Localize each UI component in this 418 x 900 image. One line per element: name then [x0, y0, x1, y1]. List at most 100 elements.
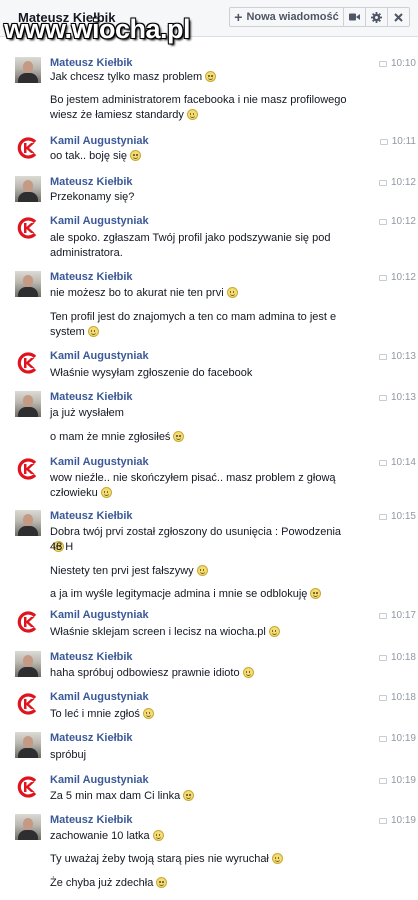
kamil-avatar[interactable] — [15, 774, 41, 800]
chat-bubble-icon — [378, 735, 387, 742]
sender-name[interactable]: Mateusz Kiełbik — [50, 391, 133, 403]
message-text: Że chyba już zdechła — [50, 876, 350, 891]
video-call-button[interactable] — [343, 7, 366, 27]
smiley-emoticon-icon — [268, 626, 280, 637]
message-line: haha spróbuj odbowiesz prawnie idioto — [50, 667, 240, 679]
mateusz-avatar[interactable] — [15, 57, 41, 83]
mateusz-avatar[interactable] — [15, 814, 41, 840]
chat-bubble-icon — [378, 179, 387, 186]
avatar-head — [23, 736, 33, 748]
watermark-logo: www.wiocha.pl — [4, 14, 191, 44]
smiley-emoticon-icon — [100, 487, 112, 498]
avatar-body — [18, 287, 38, 297]
sender-name[interactable]: Mateusz Kiełbik — [50, 651, 133, 663]
message-line: Niestety ten prvi jest fałszywy — [50, 565, 194, 577]
message-line: zachowanie 10 latka — [50, 830, 150, 842]
sender-name[interactable]: Mateusz Kiełbik — [50, 510, 133, 522]
kymco-logo-icon — [17, 217, 37, 239]
mateusz-avatar[interactable] — [15, 391, 41, 417]
close-button[interactable] — [387, 7, 410, 27]
message-timestamp: 10:13 — [378, 392, 416, 403]
message-text: haha spróbuj odbowiesz prawnie idioto — [50, 666, 350, 681]
sender-name[interactable]: Kamil Augustyniak — [50, 135, 149, 147]
sender-name[interactable]: Mateusz Kiełbik — [50, 271, 133, 283]
settings-button[interactable] — [365, 7, 388, 27]
smiley-emoticon-icon — [242, 667, 254, 678]
sender-name[interactable]: Kamil Augustyniak — [50, 774, 149, 786]
sender-name[interactable]: Kamil Augustyniak — [50, 691, 149, 703]
sender-name[interactable]: Mateusz Kiełbik — [50, 176, 133, 188]
message-line: wow nieźle.. nie skończyłem pisać.. masz… — [50, 472, 336, 484]
mateusz-avatar[interactable] — [15, 176, 41, 202]
message-group: Mateusz Kiełbik 10:19 zachowanie 10 latka T… — [0, 814, 418, 889]
avatar-head — [23, 655, 33, 667]
message-text: Właśnie wysyłam zgłoszenie do facebook — [50, 366, 350, 381]
sender-name[interactable]: Mateusz Kiełbik — [50, 57, 133, 69]
message-line: Ten profil jest do znajomych a ten co ma… — [50, 311, 337, 323]
message-text: zachowanie 10 latka — [50, 829, 350, 844]
sender-name[interactable]: Kamil Augustyniak — [50, 215, 149, 227]
chat-bubble-icon — [379, 138, 388, 145]
message-text: Przekonamy się? — [50, 190, 350, 205]
avatar-body — [18, 192, 38, 202]
kamil-avatar[interactable] — [15, 691, 41, 717]
new-message-button[interactable]: + Nowa wiadomość — [229, 7, 344, 27]
kamil-avatar[interactable] — [15, 215, 41, 241]
timestamp-text: 10:19 — [390, 775, 416, 786]
message-group: Kamil Augustyniak 10:13 Właśnie wysyłam zg… — [0, 350, 418, 390]
message-line: wiesz że łamiesz standardy — [50, 109, 184, 121]
kamil-avatar[interactable] — [15, 135, 41, 161]
sender-name[interactable]: Mateusz Kiełbik — [50, 732, 133, 744]
kamil-avatar[interactable] — [15, 456, 41, 482]
message-timestamp: 10:18 — [378, 692, 416, 703]
avatar-body — [18, 526, 38, 536]
kymco-logo-icon — [17, 137, 37, 159]
timestamp-text: 10:18 — [390, 692, 416, 703]
avatar-head — [23, 514, 33, 526]
message-text: a ja im wyśle legitymacje admina i mnie … — [50, 587, 350, 602]
avatar-head — [23, 395, 33, 407]
mateusz-avatar[interactable] — [15, 732, 41, 758]
timestamp-text: 10:12 — [390, 272, 416, 283]
smiley-emoticon-icon — [152, 830, 164, 841]
sender-name[interactable]: Mateusz Kiełbik — [50, 814, 133, 826]
message-timestamp: 10:12 — [378, 177, 416, 188]
message-timestamp: 10:19 — [378, 815, 416, 826]
message-text: system — [50, 325, 350, 340]
message-line: Właśnie sklejam screen i lecisz na wioch… — [50, 626, 266, 638]
mateusz-avatar[interactable] — [15, 651, 41, 677]
smiley-emoticon-icon — [173, 431, 185, 442]
kymco-logo-icon — [17, 352, 37, 374]
sender-name[interactable]: Kamil Augustyniak — [50, 456, 149, 468]
message-group: Kamil Augustyniak 10:11 oo tak.. boję się — [0, 135, 418, 175]
avatar-head — [23, 818, 33, 830]
sender-name[interactable]: Kamil Augustyniak — [50, 609, 149, 621]
message-text: administratora. — [50, 246, 350, 261]
message-line: ale spoko. zgłaszam Twój profil jako pod… — [50, 232, 331, 244]
message-group: Kamil Augustyniak 10:14 wow nieźle.. nie s… — [0, 456, 418, 499]
message-timestamp: 10:15 — [378, 511, 416, 522]
kamil-avatar[interactable] — [15, 609, 41, 635]
message-group: Mateusz Kiełbik 10:18 haha spróbuj odbowie… — [0, 651, 418, 691]
mateusz-avatar[interactable] — [15, 271, 41, 297]
message-line: Dobra twój prvi został zgłoszony do usun… — [50, 526, 342, 538]
chat-bubble-icon — [378, 394, 387, 401]
message-line: spróbuj — [50, 749, 87, 761]
mateusz-avatar[interactable] — [15, 510, 41, 536]
timestamp-text: 10:11 — [391, 136, 416, 147]
message-timestamp: 10:12 — [378, 272, 416, 283]
message-group: Kamil Augustyniak 10:12 ale spoko. zgłasza… — [0, 215, 418, 259]
timestamp-text: 10:12 — [390, 216, 416, 227]
sender-name[interactable]: Kamil Augustyniak — [50, 350, 149, 362]
smiley-emoticon-icon — [196, 565, 208, 576]
message-text: Jak chcesz tylko masz problem — [50, 70, 350, 85]
kamil-avatar[interactable] — [15, 350, 41, 376]
message-line: nie możesz bo to akurat nie ten prvi — [50, 287, 224, 299]
chat-bubble-icon — [378, 274, 387, 281]
message-timestamp: 10:11 — [379, 136, 416, 147]
message-group: Kamil Augustyniak 10:18 To leć i mnie zgło… — [0, 691, 418, 731]
message-group: Mateusz Kiełbik 10:10 Jak chcesz tylko mas… — [0, 57, 418, 121]
avatar-body — [18, 407, 38, 417]
message-line: a ja im wyśle legitymacje admina i mnie … — [50, 588, 308, 600]
smiley-emoticon-icon — [271, 853, 283, 864]
